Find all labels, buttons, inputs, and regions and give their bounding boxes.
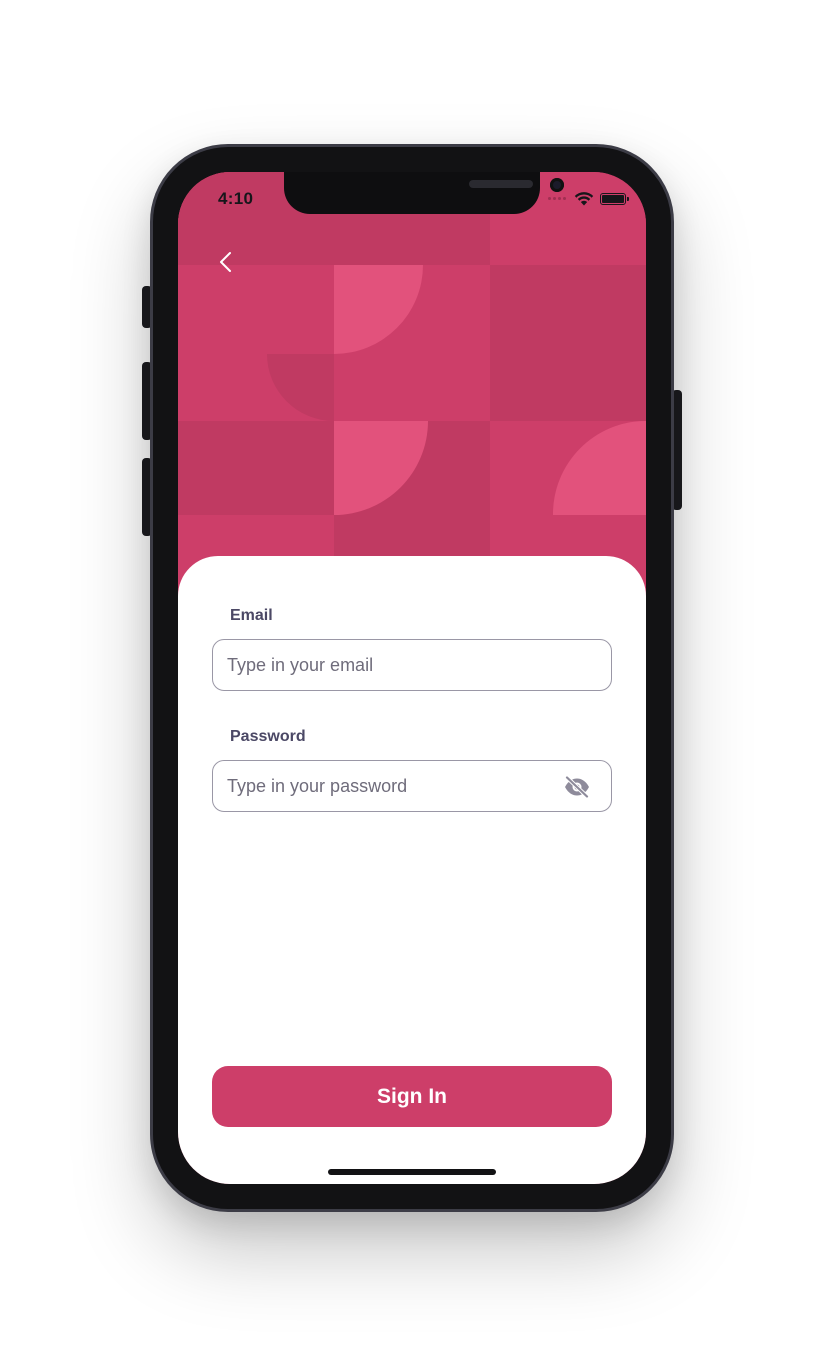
password-field-container xyxy=(212,760,612,812)
email-field-container xyxy=(212,639,612,691)
battery-fill xyxy=(602,194,624,203)
battery-icon xyxy=(600,192,629,205)
email-label: Email xyxy=(230,607,273,624)
email-field[interactable] xyxy=(213,640,611,690)
notch xyxy=(284,172,564,214)
sign-in-button[interactable]: Sign In xyxy=(212,1066,612,1127)
eye-off-icon xyxy=(565,776,589,798)
back-button[interactable] xyxy=(212,248,240,276)
password-label: Password xyxy=(230,728,306,745)
home-indicator xyxy=(328,1169,496,1175)
speaker-grille xyxy=(469,180,533,188)
status-icons xyxy=(548,191,629,206)
status-time: 4:10 xyxy=(218,189,254,208)
front-camera xyxy=(550,178,564,192)
sign-in-sheet: Email Password Sign In xyxy=(178,556,646,1184)
toggle-password-visibility-button[interactable] xyxy=(563,773,591,801)
stage: 4:10 Email Password xyxy=(0,0,824,1368)
phone-screen: 4:10 Email Password xyxy=(178,172,646,1184)
wifi-icon xyxy=(574,192,594,206)
signal-icon xyxy=(548,197,566,200)
hero-pattern xyxy=(178,172,646,592)
chevron-left-icon xyxy=(220,252,231,272)
password-field[interactable] xyxy=(213,761,611,811)
